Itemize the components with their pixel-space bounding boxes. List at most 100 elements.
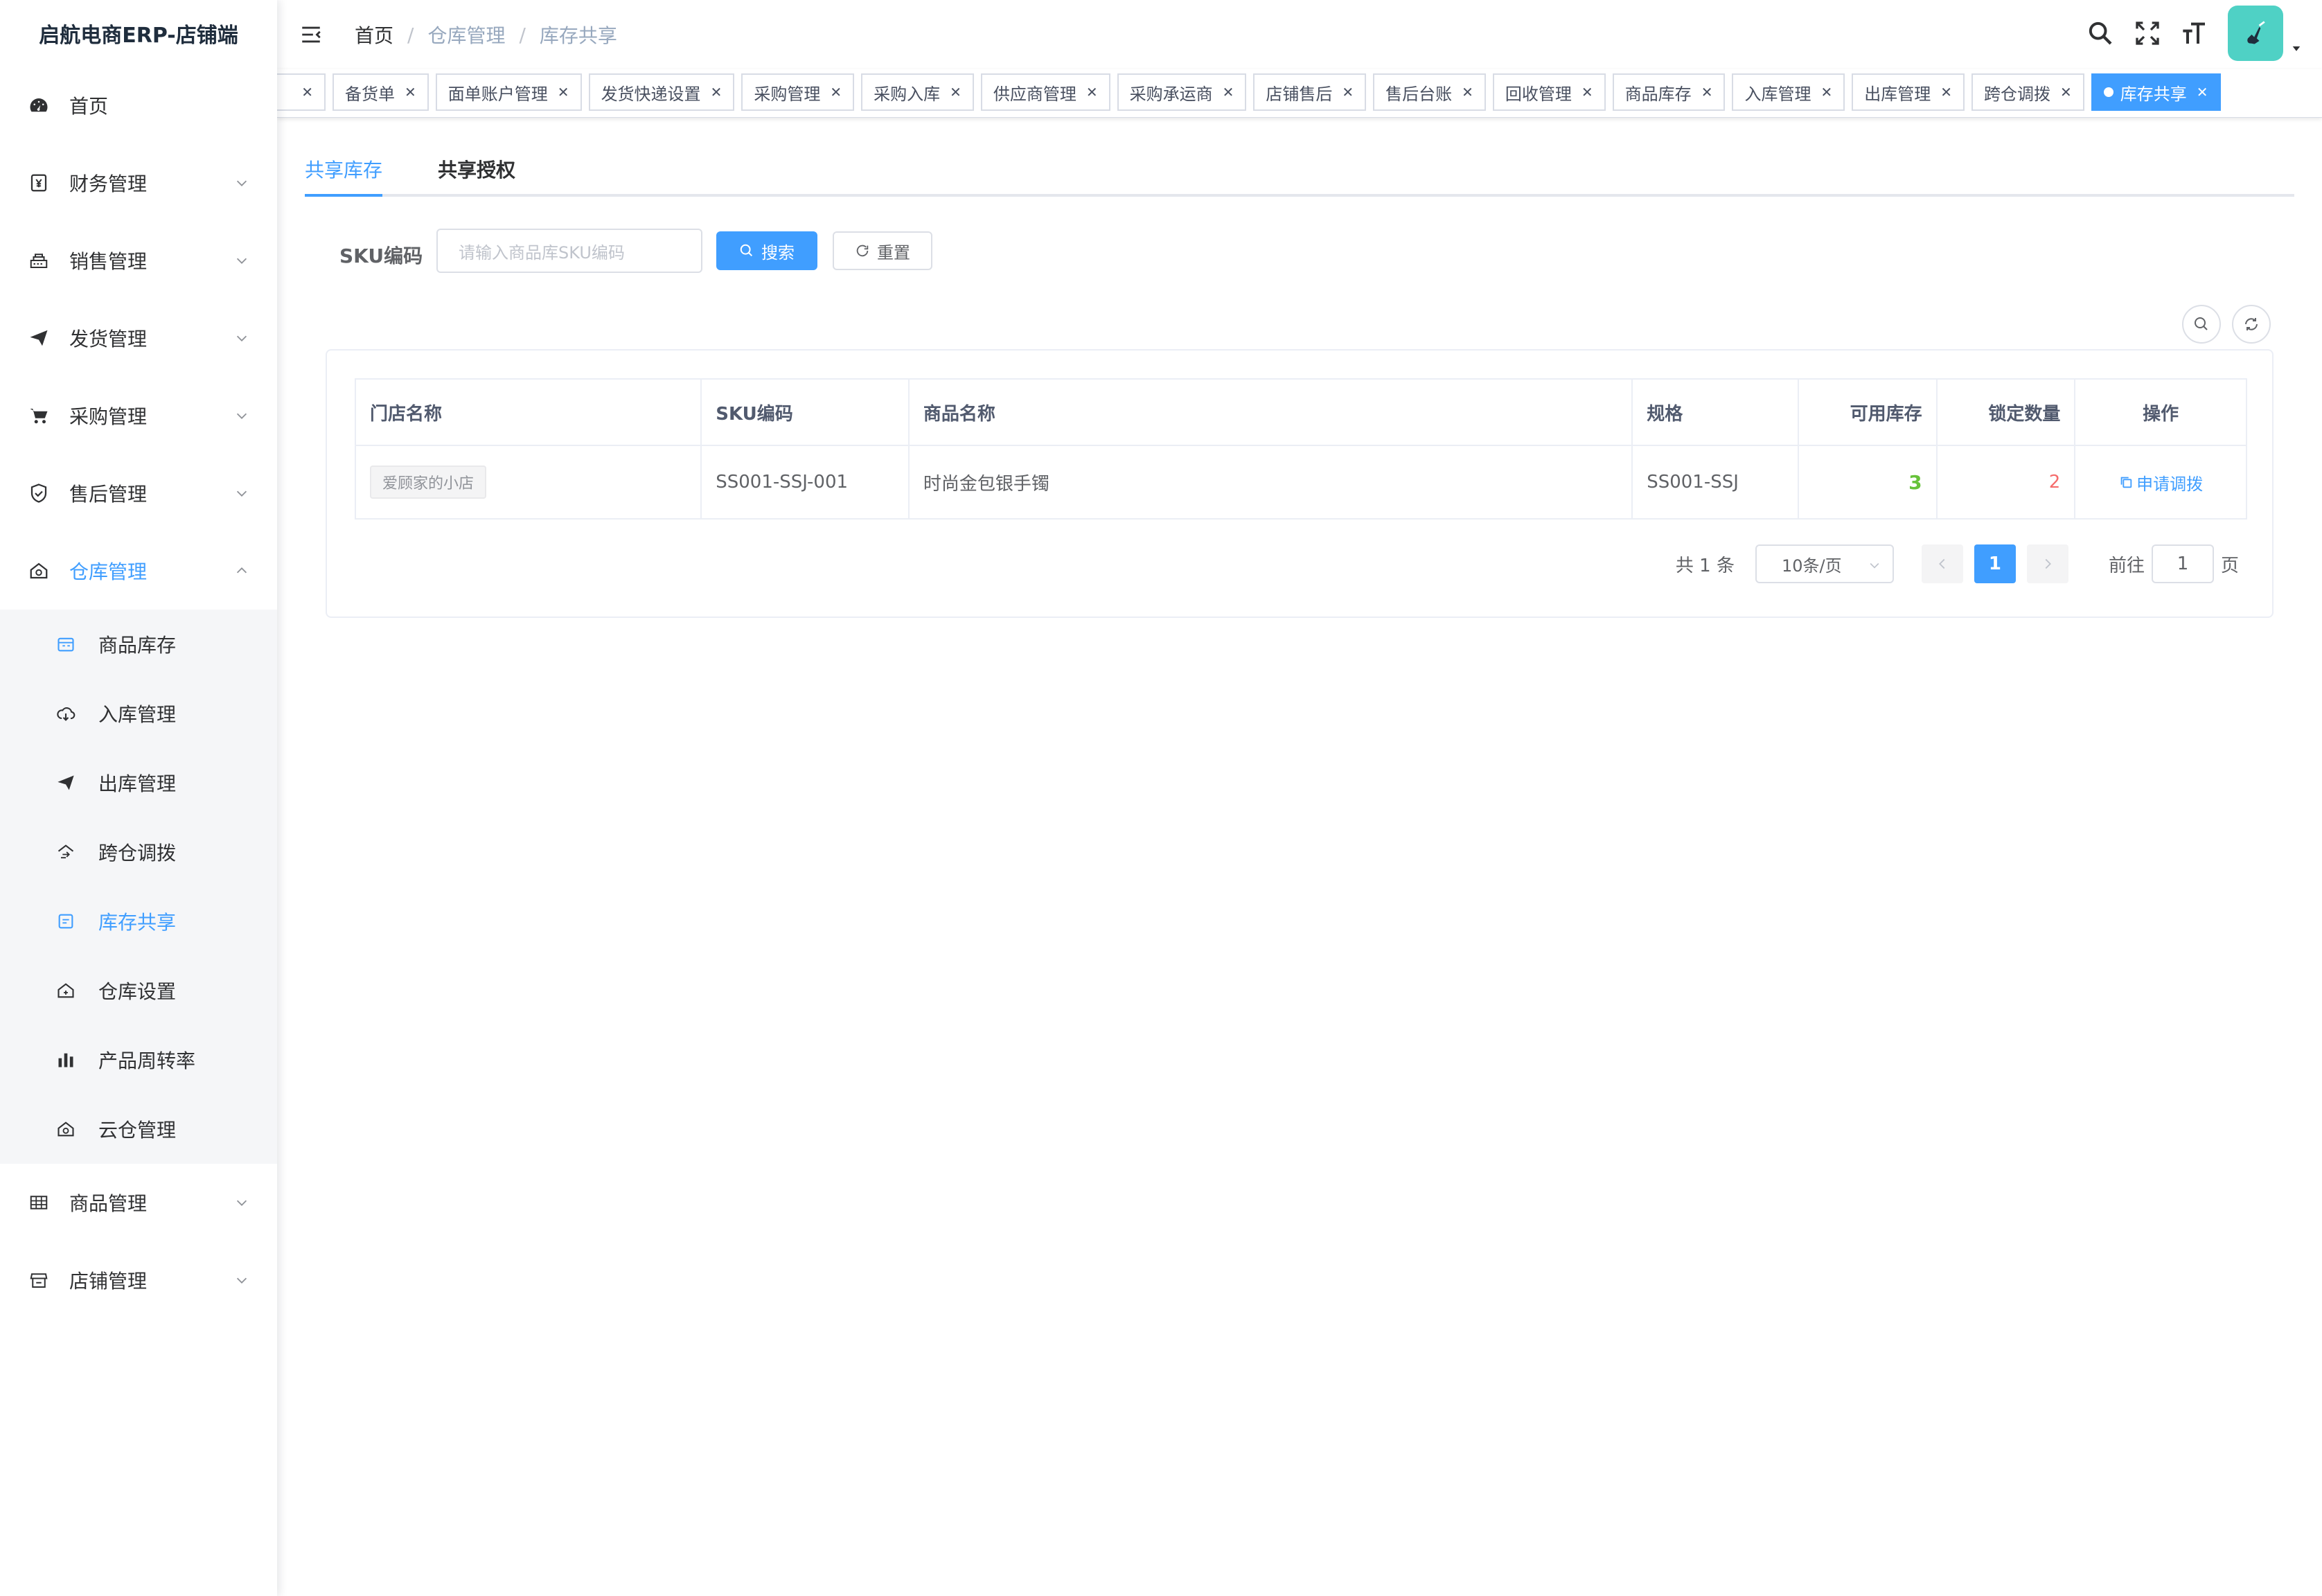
tag-item[interactable]: 店铺售后 ✕ — [1253, 73, 1367, 111]
tag-item[interactable]: 出库管理 ✕ — [1852, 73, 1965, 111]
close-icon[interactable]: ✕ — [301, 84, 313, 100]
page-jump: 前往 1 页 — [2109, 544, 2239, 583]
sidebar-item-label: 店铺管理 — [69, 1270, 148, 1293]
tag-item[interactable]: ✕ — [277, 73, 326, 111]
sidebar-item-warehouse[interactable]: 仓库管理 — [0, 532, 277, 610]
tag-item[interactable]: 备货单 ✕ — [333, 73, 429, 111]
search-form: SKU编码 请输入商品库SKU编码 搜索 重置 — [305, 197, 2294, 301]
tag-label: 回收管理 — [1505, 84, 1572, 104]
sku-label: SKU编码 — [339, 245, 423, 267]
sidebar-item-aftersale[interactable]: 售后管理 — [0, 454, 277, 532]
tag-label: 跨仓调拨 — [1983, 84, 2050, 104]
close-icon[interactable]: ✕ — [2060, 84, 2072, 100]
tag-item[interactable]: 发货快递设置 ✕ — [588, 73, 735, 111]
sidebar-item-sales[interactable]: 销售管理 — [0, 222, 277, 299]
copy-icon — [2120, 477, 2132, 488]
hamburger-icon[interactable] — [299, 23, 323, 46]
fullscreen-icon[interactable] — [2134, 19, 2161, 47]
caret-down-icon[interactable] — [2290, 42, 2303, 55]
tabs: 共享库存 共享授权 — [305, 139, 2294, 197]
finance-icon — [28, 172, 50, 194]
close-icon[interactable]: ✕ — [950, 84, 961, 100]
sidebar-item-home[interactable]: 首页 — [0, 66, 277, 144]
sidebar-item-product[interactable]: 商品管理 — [0, 1164, 277, 1241]
sidebar-item-shop[interactable]: 店铺管理 — [0, 1241, 277, 1319]
close-icon[interactable]: ✕ — [405, 84, 416, 100]
breadcrumb-home[interactable]: 首页 — [355, 21, 393, 48]
close-icon[interactable]: ✕ — [711, 84, 723, 100]
tab-share-authorization[interactable]: 共享授权 — [438, 155, 515, 183]
sidebar-subitem-label: 入库管理 — [98, 703, 177, 726]
sidebar-subitem-settings[interactable]: 仓库设置 — [0, 956, 277, 1025]
next-page-button[interactable] — [2026, 544, 2068, 583]
sku-search-input[interactable]: 请输入商品库SKU编码 — [436, 229, 702, 273]
sidebar-item-finance[interactable]: 财务管理 — [0, 144, 277, 222]
close-icon[interactable]: ✕ — [1581, 84, 1593, 100]
close-icon[interactable]: ✕ — [830, 84, 842, 100]
close-icon[interactable]: ✕ — [1342, 84, 1354, 100]
toggle-search-button[interactable] — [2182, 305, 2221, 344]
tag-item[interactable]: 跨仓调拨 ✕ — [1971, 73, 2084, 111]
sidebar-subitem-inbound[interactable]: 入库管理 — [0, 679, 277, 748]
prev-page-button[interactable] — [1921, 544, 1963, 583]
tag-item[interactable]: 售后台账 ✕ — [1373, 73, 1486, 111]
tag-item[interactable]: 入库管理 ✕ — [1732, 73, 1845, 111]
close-icon[interactable]: ✕ — [1086, 84, 1098, 100]
breadcrumb-warehouse: 仓库管理 — [427, 24, 506, 47]
tag-item[interactable]: 面单账户管理 ✕ — [435, 73, 582, 111]
tag-label: 入库管理 — [1744, 84, 1811, 104]
apply-transfer-link[interactable]: 申请调拨 — [2118, 470, 2203, 495]
close-icon[interactable]: ✕ — [1940, 84, 1952, 100]
sidebar-subitem-outbound[interactable]: 出库管理 — [0, 748, 277, 817]
tags-list: ✕ 备货单 ✕ 面单账户管理 ✕ 发货快递设置 ✕ 采购管理 ✕ 采购入库 ✕ 供应商管理… — [277, 73, 2221, 111]
sidebar-subitem-share[interactable]: 库存共享 — [0, 887, 277, 956]
search-icon[interactable] — [2086, 19, 2114, 47]
tag-item[interactable]: 回收管理 ✕ — [1492, 73, 1606, 111]
chevron-down-icon — [236, 490, 247, 497]
font-size-icon[interactable] — [2181, 19, 2208, 47]
close-icon[interactable]: ✕ — [1462, 84, 1473, 100]
close-icon[interactable]: ✕ — [1223, 84, 1234, 100]
close-icon[interactable]: ✕ — [2197, 84, 2208, 100]
search-icon — [2195, 317, 2208, 330]
tag-label — [281, 82, 292, 102]
sidebar-item-label: 发货管理 — [69, 328, 148, 351]
page-size-select[interactable]: 10条/页 — [1755, 544, 1894, 583]
refresh-button[interactable] — [2232, 305, 2271, 344]
reset-button[interactable]: 重置 — [833, 231, 932, 270]
dashboard-icon — [28, 94, 50, 116]
tag-label: 备货单 — [345, 84, 396, 104]
sidebar-item-shipping[interactable]: 发货管理 — [0, 299, 277, 377]
goto-page-input[interactable]: 1 — [2151, 544, 2214, 583]
tag-item-active[interactable]: 库存共享 ✕ — [2091, 73, 2221, 111]
chevron-down-icon — [236, 1277, 247, 1284]
tag-item[interactable]: 商品库存 ✕ — [1612, 73, 1726, 111]
sidebar-item-purchase[interactable]: 采购管理 — [0, 377, 277, 454]
main-container: 首页 / 仓库管理 / 库存共享 ✕ 备货单 ✕ 面单账户管理 ✕ 发货快递设置… — [277, 0, 2322, 1596]
sidebar-item-label: 财务管理 — [69, 172, 148, 195]
tag-item[interactable]: 采购承运商 ✕ — [1117, 73, 1247, 111]
close-icon[interactable]: ✕ — [1701, 84, 1713, 100]
tab-shared-inventory[interactable]: 共享库存 — [305, 155, 382, 183]
action-cell: 申请调拨 — [2075, 446, 2246, 518]
refresh-icon — [856, 245, 869, 257]
table-row: 爱顾家的小店 SS001-SSJ-001 时尚金包银手镯 SS001-SSJ 3… — [356, 446, 2246, 518]
tag-item[interactable]: 供应商管理 ✕ — [980, 73, 1110, 111]
sidebar-subitem-inventory[interactable]: 商品库存 — [0, 610, 277, 679]
avatar[interactable] — [2228, 6, 2283, 61]
sidebar-item-label: 仓库管理 — [69, 560, 148, 583]
tag-item[interactable]: 采购入库 ✕ — [861, 73, 974, 111]
send-icon — [28, 327, 50, 349]
sidebar-subitem-turnover[interactable]: 产品周转率 — [0, 1025, 277, 1094]
search-button[interactable]: 搜索 — [716, 231, 817, 270]
close-icon[interactable]: ✕ — [558, 84, 569, 100]
breadcrumb-current: 库存共享 — [539, 24, 617, 47]
close-icon[interactable]: ✕ — [1820, 84, 1832, 100]
upload-icon — [55, 703, 76, 724]
page-number-current[interactable]: 1 — [1974, 544, 2016, 583]
sidebar-subitem-cloud[interactable]: 云仓管理 — [0, 1094, 277, 1164]
tag-item[interactable]: 采购管理 ✕ — [741, 73, 855, 111]
send-icon — [55, 772, 76, 793]
share-icon — [55, 911, 76, 932]
sidebar-subitem-transfer[interactable]: 跨仓调拨 — [0, 817, 277, 887]
